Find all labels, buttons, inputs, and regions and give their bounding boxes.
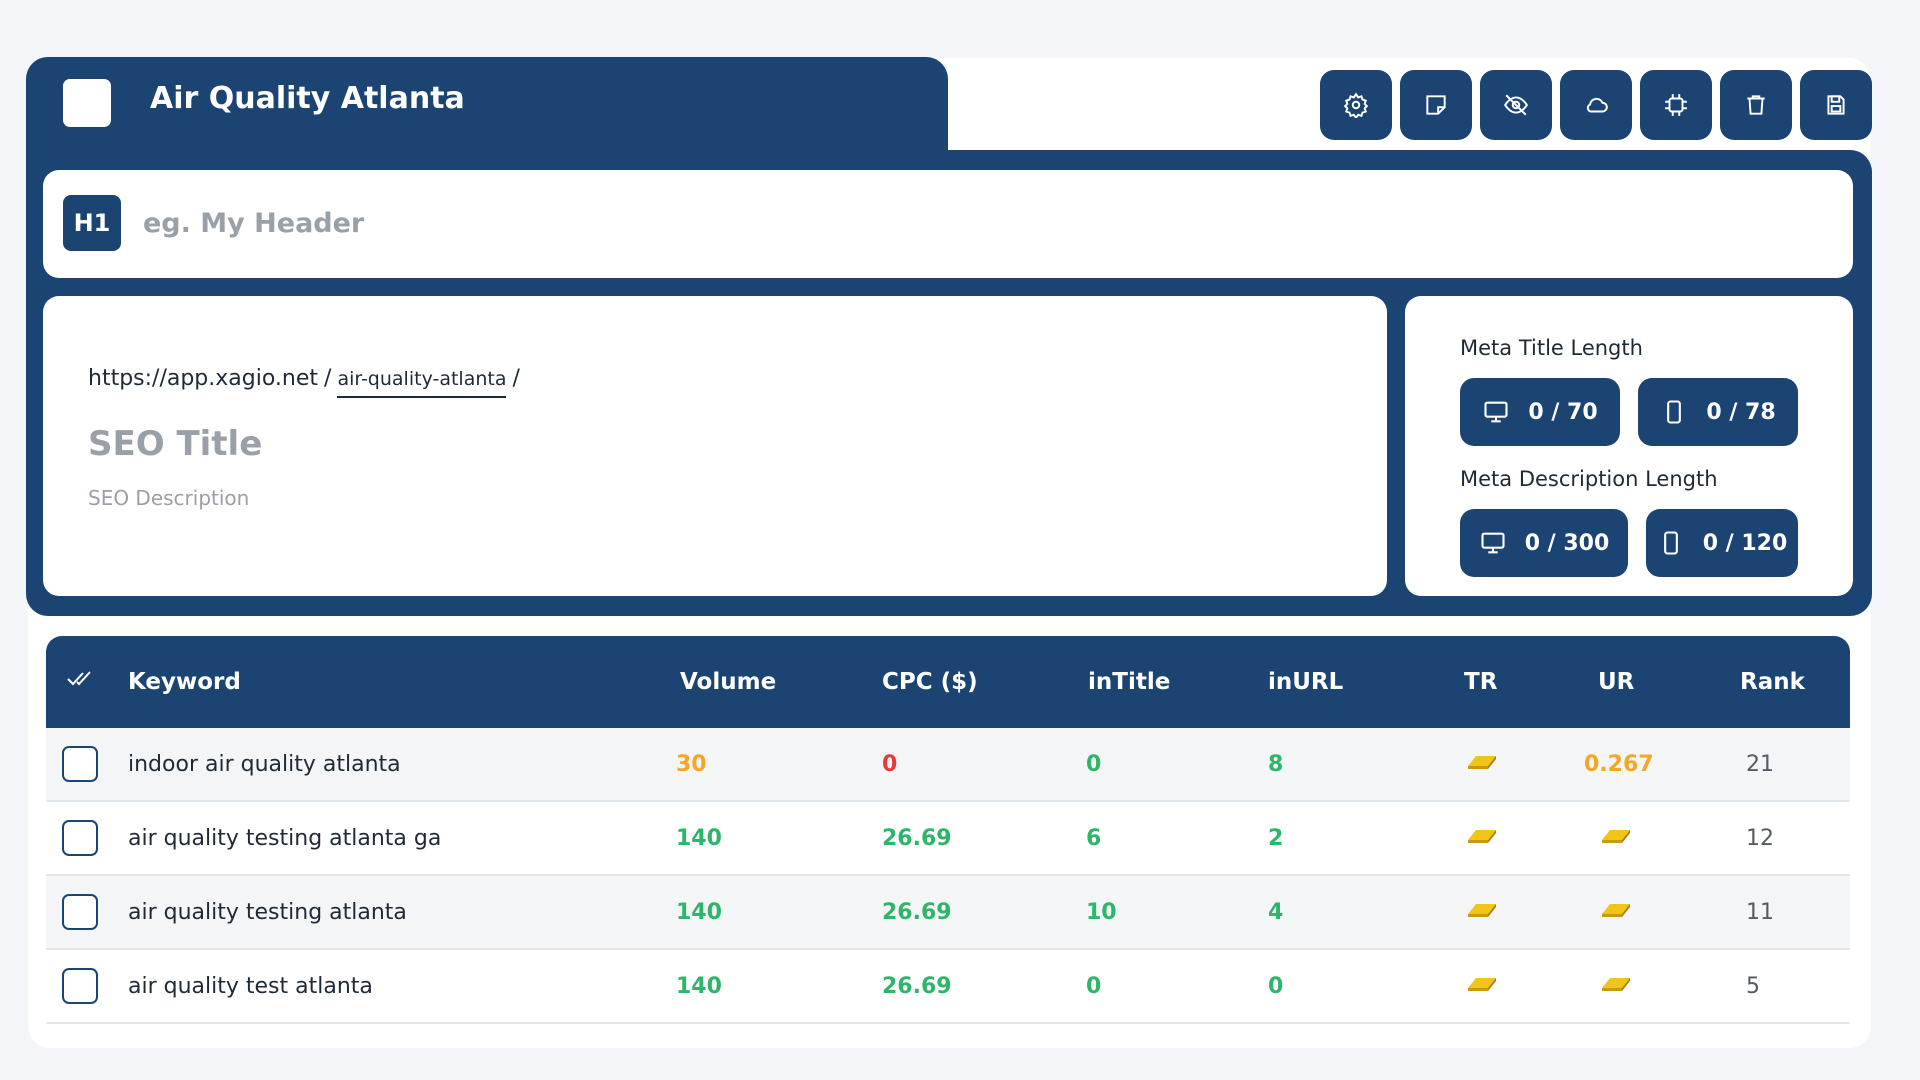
- header-tr[interactable]: TR: [1464, 669, 1497, 695]
- gear-icon: [1343, 92, 1369, 118]
- hide-button[interactable]: [1480, 70, 1552, 140]
- keyword-cell: air quality test atlanta: [128, 973, 373, 999]
- row-checkbox[interactable]: [62, 820, 98, 856]
- table-row: indoor air quality atlanta 30 0 0 8 0.26…: [46, 728, 1850, 802]
- cloud-button[interactable]: [1560, 70, 1632, 140]
- volume-cell: 30: [676, 751, 707, 777]
- url-end: /: [512, 366, 520, 391]
- intitle-cell: 10: [1086, 899, 1117, 925]
- meta-title-mobile-counter: 0 / 78: [1638, 378, 1798, 446]
- mobile-icon: [1667, 400, 1682, 424]
- seo-title-input[interactable]: SEO Title: [88, 424, 262, 464]
- h1-bar: H1: [43, 170, 1853, 278]
- header-cpc[interactable]: CPC ($): [882, 669, 978, 695]
- url-base: https://app.xagio.net: [88, 366, 319, 391]
- seo-panel: H1 https://app.xagio.net / air-quality-a…: [26, 150, 1872, 616]
- intitle-cell: 0: [1086, 751, 1102, 777]
- inurl-cell: 2: [1268, 825, 1284, 851]
- keyword-cell: air quality testing atlanta: [128, 899, 407, 925]
- mobile-icon: [1663, 531, 1678, 555]
- table-row: air quality testing atlanta 140 26.69 10…: [46, 876, 1850, 950]
- chip-icon: [1665, 94, 1687, 116]
- row-checkbox[interactable]: [62, 968, 98, 1004]
- header-keyword[interactable]: Keyword: [128, 669, 241, 695]
- meta-title-desktop-counter: 0 / 70: [1460, 378, 1620, 446]
- keyword-table: Keyword Volume CPC ($) inTitle inURL TR …: [46, 636, 1850, 1024]
- gold-bar-icon: [1464, 898, 1498, 926]
- header-volume[interactable]: Volume: [680, 669, 776, 695]
- gold-bar-icon: [1598, 972, 1632, 1000]
- volume-cell: 140: [676, 973, 722, 999]
- save-icon: [1827, 95, 1845, 115]
- delete-button[interactable]: [1720, 70, 1792, 140]
- inurl-cell: 4: [1268, 899, 1284, 925]
- cloud-icon: [1586, 97, 1608, 113]
- meta-length-box: Meta Title Length 0 / 70 0 / 78 Meta Des…: [1405, 296, 1853, 596]
- header-rank[interactable]: Rank: [1740, 669, 1805, 695]
- keyword-cell: indoor air quality atlanta: [128, 751, 401, 777]
- keyword-cell: air quality testing atlanta ga: [128, 825, 442, 851]
- notes-button[interactable]: [1400, 70, 1472, 140]
- header-intitle[interactable]: inTitle: [1088, 669, 1170, 695]
- project-checkbox[interactable]: [63, 79, 111, 127]
- desktop-icon: [1484, 401, 1508, 423]
- seo-preview: https://app.xagio.net / air-quality-atla…: [43, 296, 1387, 596]
- volume-cell: 140: [676, 899, 722, 925]
- inurl-cell: 8: [1268, 751, 1284, 777]
- gold-bar-icon: [1598, 824, 1632, 852]
- note-icon: [1426, 95, 1446, 115]
- gold-bar-icon: [1464, 750, 1498, 778]
- save-button[interactable]: [1800, 70, 1872, 140]
- intitle-cell: 6: [1086, 825, 1102, 851]
- row-checkbox[interactable]: [62, 746, 98, 782]
- row-checkbox[interactable]: [62, 894, 98, 930]
- url-slug-input[interactable]: air-quality-atlanta: [337, 368, 507, 398]
- desktop-icon: [1481, 532, 1505, 554]
- h1-input[interactable]: [143, 192, 1823, 254]
- rank-cell: 5: [1746, 973, 1760, 999]
- select-all-icon[interactable]: [66, 668, 92, 696]
- gold-bar-icon: [1464, 824, 1498, 852]
- table-header: Keyword Volume CPC ($) inTitle inURL TR …: [46, 636, 1850, 728]
- h1-badge: H1: [63, 195, 121, 251]
- table-row: air quality testing atlanta ga 140 26.69…: [46, 802, 1850, 876]
- header-inurl[interactable]: inURL: [1268, 669, 1343, 695]
- url-separator: /: [324, 366, 332, 391]
- ur-cell: 0.267: [1584, 751, 1654, 777]
- inurl-cell: 0: [1268, 973, 1284, 999]
- page-title: Air Quality Atlanta: [150, 81, 465, 116]
- cpc-cell: 26.69: [882, 899, 952, 925]
- trash-icon: [1747, 95, 1765, 115]
- table-row: air quality test atlanta 140 26.69 0 0 5: [46, 950, 1850, 1024]
- meta-desc-desktop-counter: 0 / 300: [1460, 509, 1628, 577]
- cpc-cell: 26.69: [882, 973, 952, 999]
- meta-title-length-label: Meta Title Length: [1460, 336, 1643, 360]
- ai-button[interactable]: [1640, 70, 1712, 140]
- header-ur[interactable]: UR: [1598, 669, 1634, 695]
- eye-off-icon: [1504, 94, 1528, 116]
- cpc-cell: 26.69: [882, 825, 952, 851]
- meta-description-length-label: Meta Description Length: [1460, 467, 1718, 491]
- rank-cell: 12: [1746, 825, 1774, 851]
- gold-bar-icon: [1598, 898, 1632, 926]
- gold-bar-icon: [1464, 972, 1498, 1000]
- toolbar: [1320, 70, 1872, 140]
- table-body: indoor air quality atlanta 30 0 0 8 0.26…: [46, 728, 1850, 1024]
- project-header: Air Quality Atlanta: [26, 57, 948, 157]
- rank-cell: 21: [1746, 751, 1774, 777]
- meta-desc-mobile-counter: 0 / 120: [1646, 509, 1798, 577]
- url-line: https://app.xagio.net / air-quality-atla…: [88, 366, 520, 398]
- seo-description-input[interactable]: SEO Description: [88, 486, 249, 510]
- rank-cell: 11: [1746, 899, 1774, 925]
- volume-cell: 140: [676, 825, 722, 851]
- intitle-cell: 0: [1086, 973, 1102, 999]
- cpc-cell: 0: [882, 751, 898, 777]
- settings-button[interactable]: [1320, 70, 1392, 140]
